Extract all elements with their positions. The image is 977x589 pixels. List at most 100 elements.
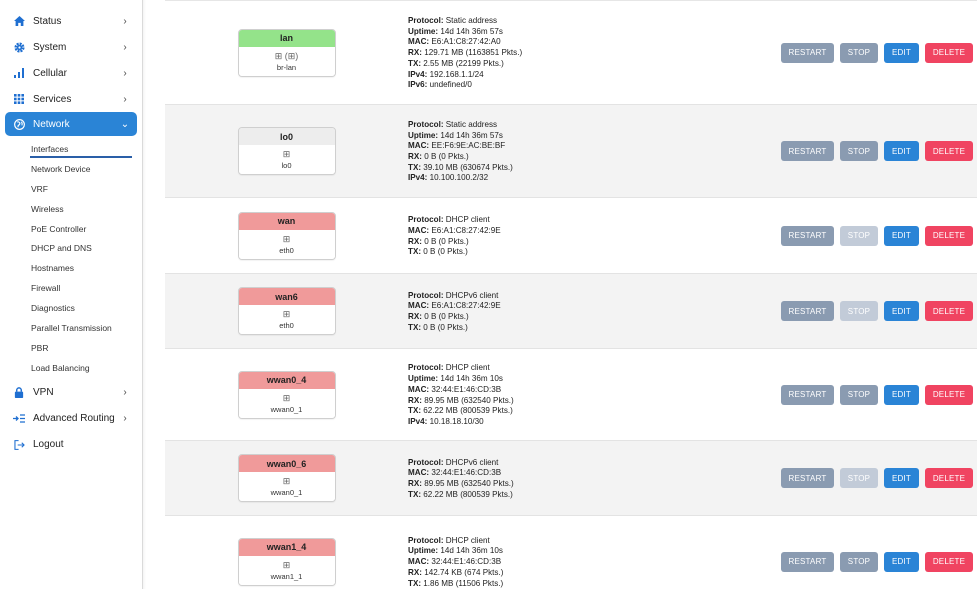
edit-button[interactable]: EDIT — [884, 551, 919, 572]
interfaces-table: lan ⊞ (⊞) br-lan Protocol: Static addres… — [165, 0, 977, 589]
table-row: wwan0_4 ⊞ wwan0_1 Protocol: DHCP client … — [165, 349, 977, 441]
ethernet-port-icon: ⊞ — [282, 392, 291, 403]
logout-icon — [12, 438, 26, 452]
chevron-right-icon: › — [123, 41, 127, 53]
subnav-load-balancing[interactable]: Load Balancing — [0, 358, 142, 378]
delete-button[interactable]: DELETE — [925, 551, 973, 572]
gear-icon — [12, 40, 26, 54]
chevron-right-icon: › — [123, 387, 127, 399]
chevron-right-icon: › — [123, 67, 127, 79]
nav-services-label: Services — [33, 93, 72, 105]
stop-button[interactable]: STOP — [840, 42, 878, 63]
interface-badge: lo0 ⊞ lo0 — [237, 127, 336, 175]
subnav-firewall[interactable]: Firewall — [0, 278, 142, 298]
interface-badge: wan6 ⊞ eth0 — [237, 287, 336, 335]
nav-system[interactable]: System › — [0, 34, 142, 60]
nav-vpn[interactable]: VPN › — [0, 380, 142, 406]
edit-button[interactable]: EDIT — [884, 141, 919, 161]
interface-name: wwan1_4 — [238, 538, 335, 556]
edit-button[interactable]: EDIT — [884, 301, 919, 321]
interface-badge: wwan1_4 ⊞ wwan1_1 — [237, 537, 336, 586]
interface-badge: wan ⊞ eth0 — [237, 211, 336, 260]
ethernet-port-icon: ⊞ — [282, 233, 291, 244]
interface-name: wan6 — [238, 288, 335, 305]
interface-name: wwan0_6 — [238, 455, 335, 472]
interface-badge: lan ⊞ (⊞) br-lan — [237, 28, 336, 77]
subnav-poe-controller[interactable]: PoE Controller — [0, 219, 142, 239]
interface-name: wan — [238, 212, 335, 230]
signal-bars-icon — [12, 66, 26, 80]
subnav-dhcp-and-dns[interactable]: DHCP and DNS — [0, 238, 142, 258]
delete-button[interactable]: DELETE — [925, 384, 973, 405]
edit-button[interactable]: EDIT — [884, 468, 919, 488]
stop-button[interactable]: STOP — [840, 551, 878, 572]
delete-button[interactable]: DELETE — [925, 468, 973, 488]
stop-button[interactable]: STOP — [840, 301, 878, 321]
nav-services[interactable]: Services › — [0, 86, 142, 112]
edit-button[interactable]: EDIT — [884, 225, 919, 246]
interface-device: lo0 — [281, 161, 292, 170]
stop-button[interactable]: STOP — [840, 384, 878, 405]
subnav-hostnames[interactable]: Hostnames — [0, 258, 142, 278]
chevron-right-icon: › — [123, 413, 127, 425]
subnav-network-device[interactable]: Network Device — [0, 159, 142, 179]
subnav-parallel-transmission[interactable]: Parallel Transmission — [0, 318, 142, 338]
subnav-diagnostics[interactable]: Diagnostics — [0, 298, 142, 318]
ethernet-port-icon: ⊞ — [282, 476, 291, 486]
restart-button[interactable]: RESTART — [781, 551, 834, 572]
interface-info: Protocol: Static address Uptime: 14d 14h… — [408, 119, 513, 183]
nav-cellular[interactable]: Cellular › — [0, 60, 142, 86]
routing-icon — [12, 412, 26, 426]
nav-advanced-routing[interactable]: Advanced Routing › — [0, 406, 142, 432]
nav-network-label: Network — [33, 118, 70, 130]
grid-icon — [12, 92, 26, 106]
restart-button[interactable]: RESTART — [781, 141, 834, 161]
delete-button[interactable]: DELETE — [925, 225, 973, 246]
table-row: wan ⊞ eth0 Protocol: DHCP client MAC: E6… — [165, 198, 977, 274]
nav-logout[interactable]: Logout — [0, 432, 142, 458]
delete-button[interactable]: DELETE — [925, 141, 973, 161]
interface-device: eth0 — [279, 321, 294, 330]
interface-info: Protocol: DHCPv6 client MAC: 32:44:E1:46… — [408, 457, 514, 499]
table-row: wwan0_6 ⊞ wwan0_1 Protocol: DHCPv6 clien… — [165, 441, 977, 516]
edit-button[interactable]: EDIT — [884, 42, 919, 63]
nav-status[interactable]: Status › — [0, 8, 142, 34]
delete-button[interactable]: DELETE — [925, 42, 973, 63]
stop-button[interactable]: STOP — [840, 225, 878, 246]
nav-logout-label: Logout — [33, 439, 64, 451]
lock-icon — [12, 386, 26, 400]
table-row: wan6 ⊞ eth0 Protocol: DHCPv6 client MAC:… — [165, 274, 977, 349]
sidebar: Status › System › Cellular › Services › — [0, 0, 146, 589]
interface-info: Protocol: Static address Uptime: 14d 14h… — [408, 16, 523, 90]
nav-vpn-label: VPN — [33, 387, 54, 399]
subnav-vrf[interactable]: VRF — [0, 179, 142, 199]
interface-name: lan — [238, 29, 335, 47]
network-submenu: Interfaces Network Device VRF Wireless P… — [0, 136, 142, 380]
restart-button[interactable]: RESTART — [781, 225, 834, 246]
table-row: wwan1_4 ⊞ wwan1_1 Protocol: DHCP client … — [165, 516, 977, 589]
restart-button[interactable]: RESTART — [781, 384, 834, 405]
subnav-interfaces[interactable]: Interfaces — [0, 139, 142, 159]
subnav-pbr[interactable]: PBR — [0, 338, 142, 358]
nav-network[interactable]: Network ⌄ — [5, 112, 137, 136]
interface-device: wwan0_1 — [270, 488, 303, 497]
interface-device: wwan0_1 — [270, 404, 303, 414]
interface-device: eth0 — [279, 245, 294, 255]
globe-icon — [12, 117, 26, 131]
chevron-down-icon: ⌄ — [120, 118, 130, 130]
edit-button[interactable]: EDIT — [884, 384, 919, 405]
stop-button[interactable]: STOP — [840, 141, 878, 161]
interface-device: wwan1_1 — [270, 571, 303, 581]
main-content: lan ⊞ (⊞) br-lan Protocol: Static addres… — [143, 0, 977, 589]
restart-button[interactable]: RESTART — [781, 468, 834, 488]
stop-button[interactable]: STOP — [840, 468, 878, 488]
ethernet-port-icon: ⊞ — [282, 149, 291, 159]
subnav-wireless[interactable]: Wireless — [0, 199, 142, 219]
chevron-right-icon: › — [123, 93, 127, 105]
restart-button[interactable]: RESTART — [781, 42, 834, 63]
ethernet-port-icon: ⊞ (⊞) — [274, 50, 299, 61]
interface-device: br-lan — [276, 62, 297, 72]
interface-info: Protocol: DHCPv6 client MAC: E6:A1:C8:27… — [408, 290, 501, 332]
restart-button[interactable]: RESTART — [781, 301, 834, 321]
delete-button[interactable]: DELETE — [925, 301, 973, 321]
